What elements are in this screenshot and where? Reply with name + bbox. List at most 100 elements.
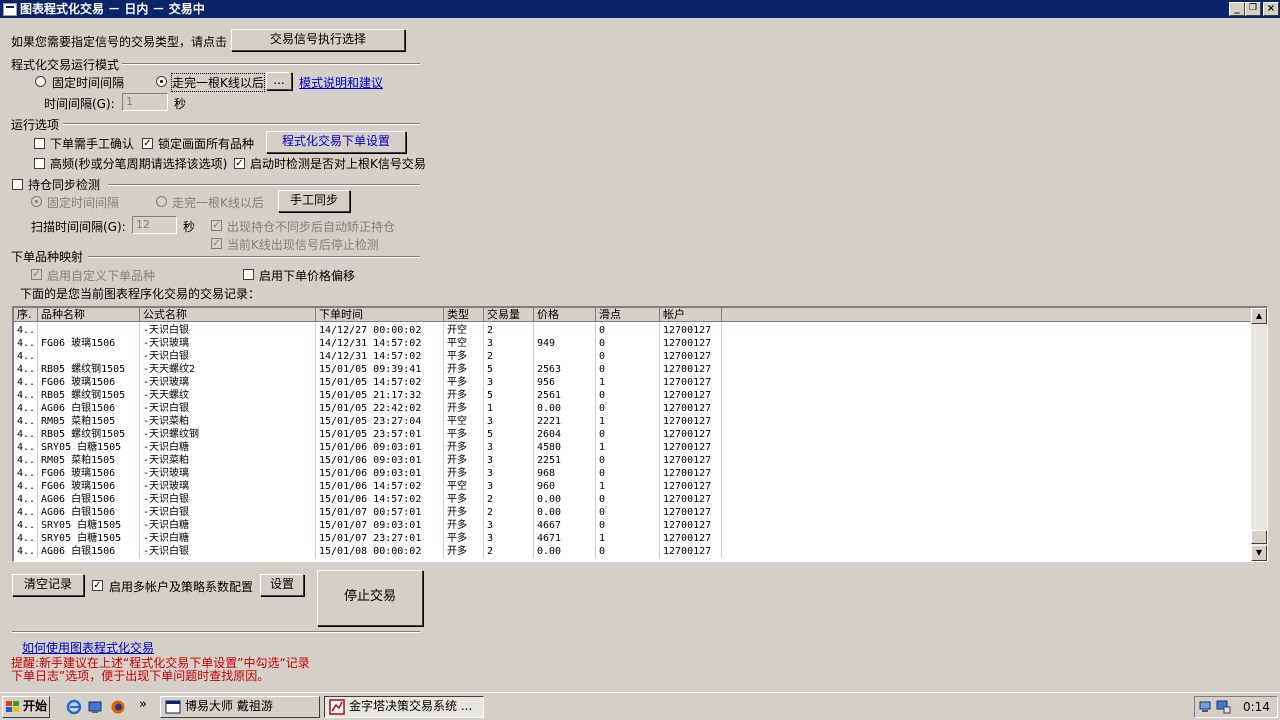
how-to-link[interactable]: 如何使用图表程式化交易 <box>22 639 154 656</box>
desktop-icon[interactable] <box>87 699 103 715</box>
firefox-icon[interactable] <box>110 699 126 715</box>
cell-volume: 1 <box>484 402 534 415</box>
grid-header-col-formula[interactable]: 公式名称 <box>140 308 316 322</box>
cell-volume: 3 <box>484 480 534 493</box>
cell-symbol: RB05 螺纹钢1505 <box>38 389 140 402</box>
interval-input[interactable]: 1 <box>122 93 168 111</box>
table-row[interactable]: 4.. SRY05 白糖1505 -天识白糖 15/01/06 09:03:01 开多 3… <box>14 441 1252 454</box>
cell-symbol: AG06 白银1506 <box>38 545 140 558</box>
sync-fixed-label: 固定时间间隔 <box>47 196 120 210</box>
table-row[interactable]: 4.. AG06 白银1506 -天识白银 15/01/05 22:42:02 开多 1 0… <box>14 402 1252 415</box>
cell-order-time: 15/01/08 00:00:02 <box>316 545 444 558</box>
scan-interval-input[interactable]: 12 <box>132 216 177 234</box>
cell-symbol: FG06 玻璃1506 <box>38 480 140 493</box>
lock-all-checkbox[interactable]: ✓ <box>142 138 153 149</box>
stop-trading-button[interactable]: 停止交易 <box>317 570 423 626</box>
grid-header-col-slippage[interactable]: 滑点 <box>596 308 660 322</box>
table-row[interactable]: 4.. -天识白银 14/12/31 14:57:02 平多 2 0 12700127 <box>14 350 1252 363</box>
cell-price: 0.00 <box>534 506 596 519</box>
table-row[interactable]: 4.. AG06 白银1506 -天识白银 15/01/06 14:57:02 平多 2 0… <box>14 493 1252 506</box>
cell-slippage: 0 <box>596 350 660 363</box>
after-kline-label: 走完一根K线以后 <box>171 73 265 92</box>
cell-slippage: 0 <box>596 545 660 558</box>
signal-select-button[interactable]: 交易信号执行选择 <box>231 29 405 51</box>
cell-volume: 3 <box>484 415 534 428</box>
cell-symbol: FG06 玻璃1506 <box>38 376 140 389</box>
grid-header-col-type[interactable]: 类型 <box>444 308 484 322</box>
more-chevron[interactable]: » <box>139 697 147 712</box>
scroll-down-arrow[interactable]: ▼ <box>1251 545 1267 561</box>
cell-volume: 5 <box>484 389 534 402</box>
cell-volume: 3 <box>484 532 534 545</box>
order-settings-button[interactable]: 程式化交易下单设置 <box>266 131 406 153</box>
trade-records-grid[interactable]: 序. 品种名称 公式名称 下单时间 类型 交易量 价格 滑点 帐户 4.. -天识白银 14/12/… <box>12 306 1268 562</box>
fixed-interval-label: 固定时间间隔 <box>52 76 125 90</box>
cell-index: 4.. <box>14 454 38 467</box>
stop-check-checkbox[interactable]: ✓ <box>211 238 222 249</box>
radio-after-kline[interactable] <box>156 76 167 87</box>
sync-radio-fixed[interactable] <box>31 196 42 207</box>
cell-account: 12700127 <box>660 337 722 350</box>
table-row[interactable]: 4.. AG06 白银1506 -天识白银 15/01/08 00:00:02 开多 2 0… <box>14 545 1252 558</box>
cell-slippage: 0 <box>596 519 660 532</box>
ellipsis-button[interactable]: ... <box>266 72 292 90</box>
table-row[interactable]: 4.. FG06 玻璃1506 -天识玻璃 15/01/06 14:57:02 平空 3 9… <box>14 480 1252 493</box>
network-icon[interactable] <box>1197 699 1213 715</box>
custom-symbol-checkbox[interactable]: ✓ <box>31 269 42 280</box>
monitor-tray-icon[interactable] <box>1215 699 1231 715</box>
manual-sync-button[interactable]: 手工同步 <box>278 190 350 212</box>
minimize-button[interactable]: _ <box>1229 2 1245 16</box>
cell-slippage: 0 <box>596 428 660 441</box>
warning-line-2: 下单日志”选项，便于出现下单问题时查找原因。 <box>11 669 270 683</box>
scroll-up-arrow[interactable]: ▲ <box>1251 308 1267 324</box>
clear-records-button[interactable]: 清空记录 <box>12 574 84 596</box>
grid-header-col-volume[interactable]: 交易量 <box>484 308 534 322</box>
table-row[interactable]: 4.. RB05 螺纹钢1505 -天识螺纹钢 15/01/05 23:57:01 平多… <box>14 428 1252 441</box>
table-row[interactable]: 4.. RB05 螺纹钢1505 -天天螺纹2 15/01/05 09:39:41 开多… <box>14 363 1252 376</box>
auto-fix-checkbox[interactable]: ✓ <box>211 220 222 231</box>
sync-radio-after-kline[interactable] <box>156 196 167 207</box>
start-button[interactable]: 开始 <box>2 696 50 718</box>
cell-symbol: SRY05 白糖1505 <box>38 441 140 454</box>
mode-help-link[interactable]: 模式说明和建议 <box>299 74 383 91</box>
table-row[interactable]: 4.. SRY05 白糖1505 -天识白糖 15/01/07 09:03:01 开多 3… <box>14 519 1252 532</box>
multi-account-checkbox[interactable]: ✓ <box>92 580 103 591</box>
grid-header-col-index[interactable]: 序. <box>14 308 38 322</box>
grid-header-col-account[interactable]: 帐户 <box>660 308 722 322</box>
cell-index: 4.. <box>14 376 38 389</box>
grid-header-col-order-time[interactable]: 下单时间 <box>316 308 444 322</box>
restore-button[interactable]: ❐ <box>1245 2 1261 16</box>
cell-order-time: 15/01/06 14:57:02 <box>316 480 444 493</box>
radio-fixed-interval[interactable] <box>35 76 46 87</box>
close-button[interactable]: × <box>1263 2 1279 16</box>
table-row[interactable]: 4.. FG06 玻璃1506 -天识玻璃 15/01/06 09:03:01 开多 3 9… <box>14 467 1252 480</box>
task-pyramid-button[interactable]: 金字塔决策交易系统 ... <box>324 696 484 718</box>
table-row[interactable]: 4.. RM05 菜粕1505 -天识菜粕 15/01/06 09:03:01 开多 3 2… <box>14 454 1252 467</box>
table-row[interactable]: 4.. FG06 玻璃1506 -天识玻璃 14/12/31 14:57:02 平空 3 9… <box>14 337 1252 350</box>
manual-confirm-checkbox[interactable] <box>34 138 45 149</box>
table-row[interactable]: 4.. AG06 白银1506 -天识白银 15/01/07 00:57:01 开多 2 0… <box>14 506 1252 519</box>
grid-scrollbar[interactable]: ▲ ▼ <box>1251 308 1267 561</box>
stop-check-label: 当前K线出现信号后停止检测 <box>227 238 379 252</box>
scroll-thumb[interactable] <box>1251 530 1267 544</box>
table-row[interactable]: 4.. RM05 菜粕1505 -天识菜粕 15/01/05 23:27:04 平空 3 2… <box>14 415 1252 428</box>
cell-slippage: 0 <box>596 363 660 376</box>
cell-volume: 2 <box>484 493 534 506</box>
grid-header-col-price[interactable]: 价格 <box>534 308 596 322</box>
table-row[interactable]: 4.. -天识白银 14/12/27 00:00:02 开空 2 0 12700127 <box>14 324 1252 337</box>
check-on-start-checkbox[interactable]: ✓ <box>234 158 245 169</box>
cell-order-time: 15/01/05 23:27:04 <box>316 415 444 428</box>
grid-header-col-symbol[interactable]: 品种名称 <box>38 308 140 322</box>
cell-account: 12700127 <box>660 376 722 389</box>
table-row[interactable]: 4.. FG06 玻璃1506 -天识玻璃 15/01/05 14:57:02 平多 3 9… <box>14 376 1252 389</box>
ie-icon[interactable] <box>66 699 82 715</box>
price-offset-checkbox[interactable] <box>243 269 254 280</box>
task-boyi-button[interactable]: 博易大师 戴祖游 <box>160 696 320 718</box>
cell-slippage: 1 <box>596 532 660 545</box>
sync-check-checkbox[interactable] <box>12 179 23 190</box>
high-freq-checkbox[interactable] <box>34 158 45 169</box>
table-row[interactable]: 4.. RB05 螺纹钢1505 -天天螺纹 15/01/05 21:17:32 开多 5… <box>14 389 1252 402</box>
cell-formula: -天识白银 <box>140 324 316 337</box>
settings-button[interactable]: 设置 <box>260 574 304 596</box>
table-row[interactable]: 4.. SRY05 白糖1505 -天识白糖 15/01/07 23:27:01 平多 3… <box>14 532 1252 545</box>
